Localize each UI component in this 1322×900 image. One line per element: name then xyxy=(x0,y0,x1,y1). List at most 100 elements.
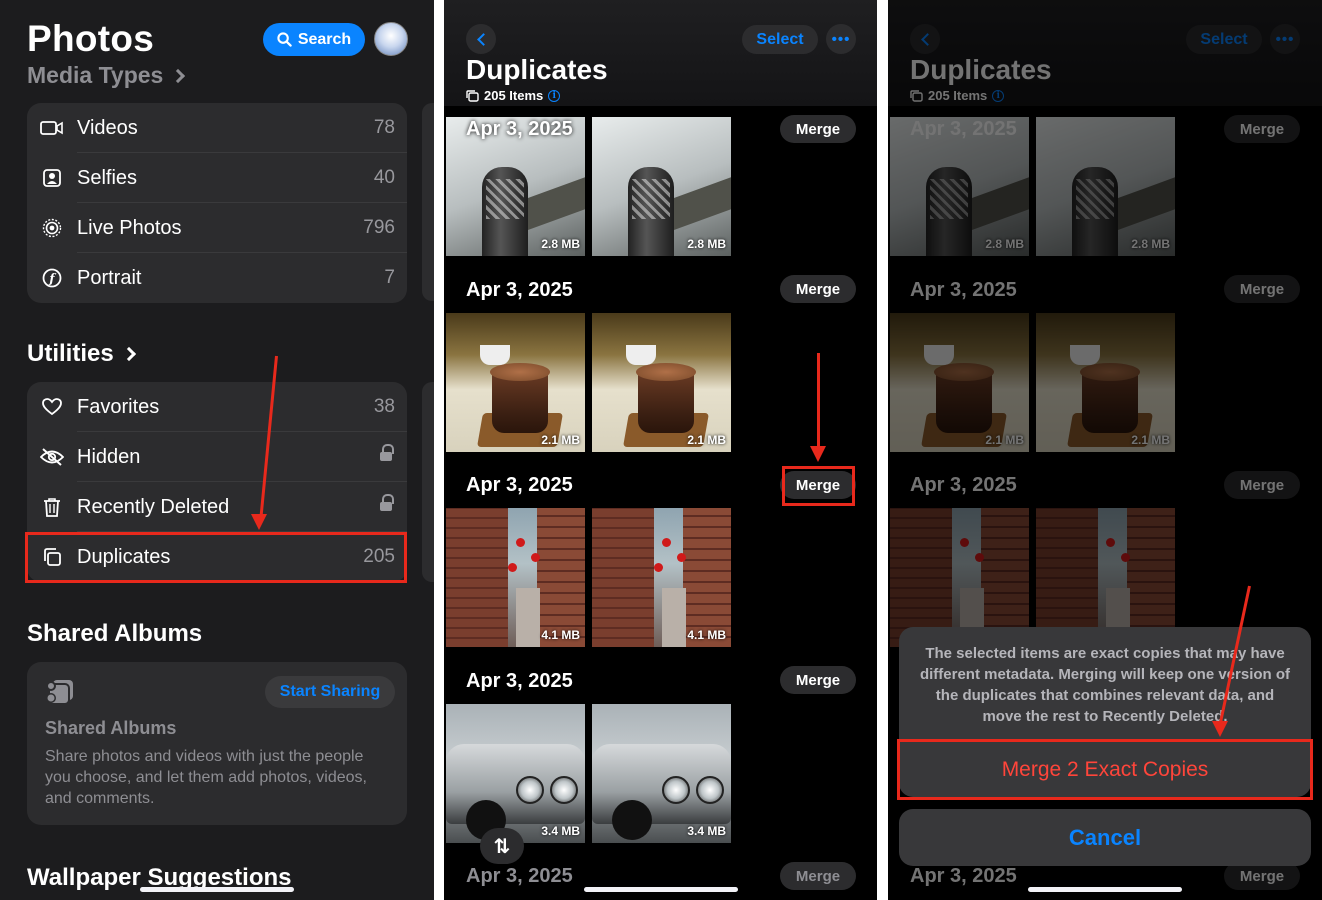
home-indicator[interactable] xyxy=(1028,887,1182,892)
media-types-list: Videos 78 Selfies 40 Live Photos 796 f P… xyxy=(27,103,407,303)
list-item-label: Favorites xyxy=(77,382,407,432)
duplicate-thumbnail[interactable]: 4.1 MB xyxy=(592,508,731,647)
shared-albums-card: Start Sharing Shared Albums Share photos… xyxy=(27,662,407,825)
merge-button[interactable]: Merge xyxy=(780,862,856,890)
file-size: 2.8 MB xyxy=(687,237,726,251)
shared-albums-icon xyxy=(46,680,73,705)
back-button[interactable] xyxy=(466,24,496,54)
sort-icon: ⇅ xyxy=(493,835,511,858)
duplicate-icon xyxy=(466,89,479,102)
media-types-header[interactable]: Media Types xyxy=(27,62,186,89)
portrait-icon: f xyxy=(42,268,62,288)
highlight-box-duplicates xyxy=(25,532,407,583)
trash-icon xyxy=(44,498,60,517)
annotation-arrow-head xyxy=(810,446,826,462)
heart-icon xyxy=(42,398,62,416)
list-item-count: 796 xyxy=(363,217,395,238)
chevron-left-icon xyxy=(476,32,490,46)
chevron-right-icon xyxy=(171,68,186,83)
group-date: Apr 3, 2025 xyxy=(466,118,573,140)
list-item-label: Live Photos xyxy=(77,203,407,253)
items-count: 205 Items i xyxy=(466,88,561,103)
duplicate-thumbnail[interactable]: 2.8 MB xyxy=(592,117,731,256)
list-item-count: 78 xyxy=(373,117,395,138)
cancel-button[interactable]: Cancel xyxy=(899,809,1311,866)
file-size: 2.1 MB xyxy=(541,433,580,447)
annotation-arrow-head xyxy=(1212,721,1228,737)
avatar[interactable] xyxy=(374,22,408,56)
merge-button[interactable]: Merge xyxy=(780,666,856,694)
home-indicator[interactable] xyxy=(584,887,738,892)
list-item-label: Videos xyxy=(77,103,407,153)
group-date: Apr 3, 2025 xyxy=(466,279,573,301)
lock-icon xyxy=(380,444,394,463)
file-size: 4.1 MB xyxy=(687,628,726,642)
file-size: 2.1 MB xyxy=(687,433,726,447)
items-count-label: 205 Items xyxy=(484,88,544,103)
list-item-hidden[interactable]: Hidden xyxy=(27,432,407,482)
file-size: 4.1 MB xyxy=(541,628,580,642)
nav-bar: Select ••• Duplicates 205 Items i xyxy=(444,0,877,106)
home-indicator[interactable] xyxy=(140,887,294,892)
list-item-label: Recently Deleted xyxy=(77,482,407,532)
list-item-label: Portrait xyxy=(77,267,142,289)
search-icon xyxy=(277,32,292,47)
group-date: Apr 3, 2025 xyxy=(466,474,573,496)
file-size: 3.4 MB xyxy=(687,824,726,838)
duplicate-thumbnail[interactable]: 4.1 MB xyxy=(446,508,585,647)
shared-albums-header: Shared Albums xyxy=(27,620,202,648)
list-item-count: 7 xyxy=(384,267,395,288)
search-button[interactable]: Search xyxy=(263,23,365,56)
annotation-arrow-head xyxy=(251,514,267,530)
list-item-selfies[interactable]: Selfies 40 xyxy=(27,153,407,203)
list-item-portrait[interactable]: f Portrait 7 xyxy=(27,253,407,303)
utilities-header[interactable]: Utilities xyxy=(27,340,136,368)
more-button[interactable]: ••• xyxy=(826,24,856,54)
list-item-label: Selfies xyxy=(77,153,407,203)
group-date: Apr 3, 2025 xyxy=(466,670,573,692)
list-item-count: 38 xyxy=(373,396,395,417)
highlight-box-merge xyxy=(782,466,855,506)
list-item-videos[interactable]: Videos 78 xyxy=(27,103,407,153)
duplicates-panel: Select ••• Duplicates 205 Items i 2.8 MB… xyxy=(444,0,877,900)
shared-card-title: Shared Albums xyxy=(45,718,177,738)
video-icon xyxy=(40,121,63,135)
media-types-label: Media Types xyxy=(27,62,164,88)
list-item-label: Hidden xyxy=(77,432,407,482)
list-item-recently-deleted[interactable]: Recently Deleted xyxy=(27,482,407,532)
duplicate-thumbnail[interactable]: 2.1 MB xyxy=(446,313,585,452)
annotation-arrow xyxy=(817,353,820,447)
live-photo-icon xyxy=(42,218,62,238)
list-item-count: 40 xyxy=(373,167,395,188)
selfie-icon xyxy=(43,169,61,187)
carousel-peek xyxy=(422,382,434,582)
duplicate-thumbnail[interactable]: 2.1 MB xyxy=(592,313,731,452)
merge-button[interactable]: Merge xyxy=(780,115,856,143)
list-item-favorites[interactable]: Favorites 38 xyxy=(27,382,407,432)
file-size: 2.8 MB xyxy=(541,237,580,251)
list-item-live-photos[interactable]: Live Photos 796 xyxy=(27,203,407,253)
utilities-label: Utilities xyxy=(27,340,114,367)
info-icon[interactable]: i xyxy=(548,89,561,102)
shared-card-description: Share photos and videos with just the pe… xyxy=(45,748,367,807)
page-title: Photos xyxy=(27,18,155,59)
file-size: 3.4 MB xyxy=(541,824,580,838)
merge-button[interactable]: Merge xyxy=(780,275,856,303)
merge-confirmation-panel: Select ••• Duplicates 205 Items i 2.8 MB… xyxy=(888,0,1322,900)
page-title: Duplicates xyxy=(466,54,608,85)
search-label: Search xyxy=(297,30,352,48)
lock-icon xyxy=(380,494,394,513)
start-sharing-button[interactable]: Start Sharing xyxy=(265,676,395,708)
highlight-box-merge-copies xyxy=(897,739,1313,800)
sort-button[interactable]: ⇅ xyxy=(480,828,524,864)
chevron-right-icon xyxy=(121,346,136,362)
group-date: Apr 3, 2025 xyxy=(466,865,573,887)
svg-text:f: f xyxy=(48,272,56,286)
shared-albums-heading: Shared Albums xyxy=(27,620,203,647)
eye-slash-icon xyxy=(40,448,64,466)
library-panel: Photos Search Media Types Videos 78 Self… xyxy=(0,0,434,900)
select-button[interactable]: Select xyxy=(742,25,818,54)
duplicate-thumbnail[interactable]: 3.4 MB xyxy=(446,704,585,843)
carousel-peek xyxy=(422,103,434,301)
duplicate-thumbnail[interactable]: 3.4 MB xyxy=(592,704,731,843)
